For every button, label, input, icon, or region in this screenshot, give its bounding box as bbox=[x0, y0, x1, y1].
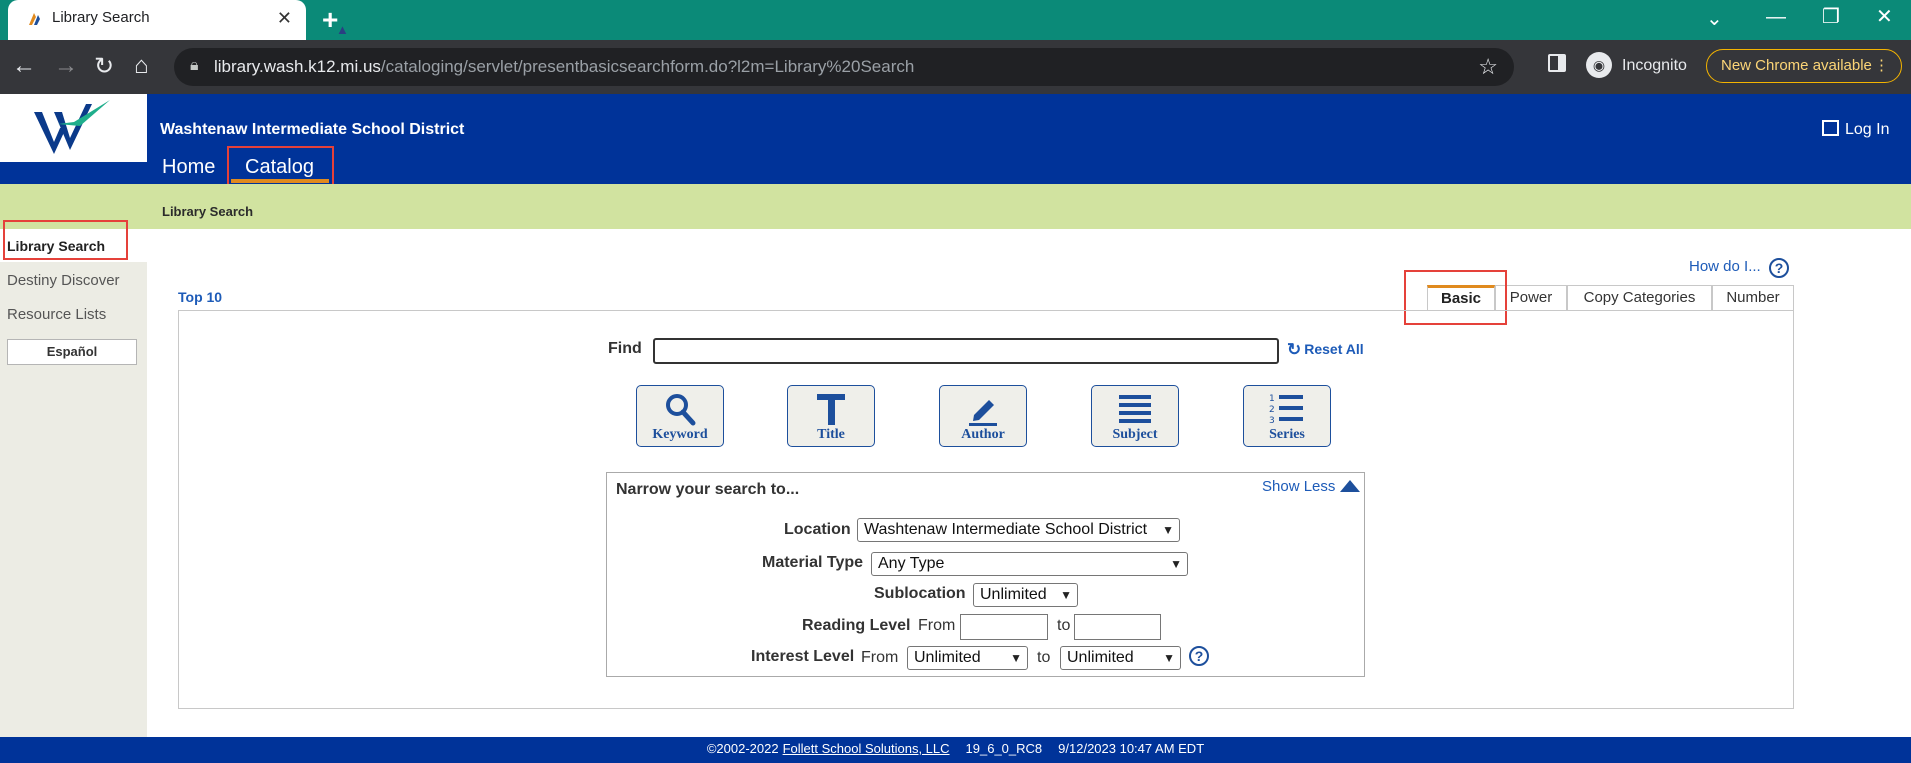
location-select[interactable]: Washtenaw Intermediate School District ▼ bbox=[857, 518, 1180, 542]
reading-from-label: From bbox=[918, 617, 956, 634]
reload-icon[interactable]: ↻ bbox=[94, 52, 114, 81]
reset-all-link[interactable]: ↻ Reset All bbox=[1287, 340, 1364, 360]
location-label: Location bbox=[784, 521, 851, 538]
how-do-i-link[interactable]: How do I... bbox=[1689, 258, 1761, 275]
reading-level-from-input[interactable] bbox=[960, 614, 1048, 640]
chrome-update-button[interactable]: New Chrome available ⋮ bbox=[1706, 49, 1902, 83]
footer-copyright: ©2002-2022 bbox=[706, 741, 779, 756]
reading-level-label: Reading Level bbox=[802, 617, 911, 634]
minimize-icon[interactable]: — bbox=[1766, 6, 1786, 29]
chevron-down-icon: ▼ bbox=[1170, 557, 1182, 571]
page-footer: ©2002-2022 Follett School Solutions, LLC 1… bbox=[0, 737, 1911, 763]
footer-company-link[interactable]: Follett School Solutions, LLC bbox=[783, 741, 950, 756]
interest-from-label: From bbox=[861, 649, 899, 666]
svg-text:1: 1 bbox=[1269, 394, 1275, 404]
tab-search-chevron-icon[interactable]: ⌄ bbox=[1706, 6, 1723, 31]
collapse-triangle-icon bbox=[1340, 480, 1361, 492]
find-label: Find bbox=[608, 340, 642, 357]
keyword-search-button[interactable]: Keyword bbox=[636, 385, 724, 447]
help-icon[interactable]: ? bbox=[1769, 258, 1789, 278]
top-10-link[interactable]: Top 10 bbox=[178, 289, 222, 305]
side-panel-icon[interactable] bbox=[1548, 54, 1566, 72]
pencil-icon bbox=[969, 400, 997, 426]
author-search-button[interactable]: Author bbox=[939, 385, 1027, 447]
highlight-catalog bbox=[227, 146, 334, 188]
magnifier-icon bbox=[666, 394, 696, 426]
district-logo[interactable] bbox=[0, 94, 147, 162]
chevron-down-icon: ▼ bbox=[1010, 651, 1022, 665]
address-bar[interactable]: 🔒︎ library.wash.k12.mi.us/cataloging/ser… bbox=[174, 48, 1514, 86]
find-input[interactable] bbox=[653, 338, 1279, 364]
highlight-library-search bbox=[3, 220, 128, 260]
tab-number[interactable]: Number bbox=[1712, 285, 1794, 311]
forward-icon[interactable]: → bbox=[54, 52, 78, 80]
interest-level-from-select[interactable]: Unlimited ▼ bbox=[907, 646, 1028, 670]
interest-to-label: to bbox=[1037, 649, 1051, 666]
chevron-down-icon: ▼ bbox=[1162, 523, 1174, 537]
sidebar-item-resource-lists[interactable]: Resource Lists bbox=[7, 306, 106, 323]
title-t-icon bbox=[817, 394, 845, 425]
restore-icon[interactable]: ❐ bbox=[1822, 4, 1840, 29]
chevron-down-icon: ▼ bbox=[1163, 651, 1175, 665]
chevron-down-icon: ▼ bbox=[1060, 588, 1072, 602]
breadcrumb-bar bbox=[0, 184, 1911, 229]
title-search-button[interactable]: Title bbox=[787, 385, 875, 447]
footer-version: 19_6_0_RC8 bbox=[965, 741, 1043, 756]
close-tab-icon[interactable]: ✕ bbox=[277, 8, 292, 29]
login-link[interactable]: Log In bbox=[1822, 120, 1889, 139]
lock-icon[interactable]: 🔒︎ bbox=[190, 57, 199, 75]
material-type-select[interactable]: Any Type ▼ bbox=[871, 552, 1188, 576]
reset-icon: ↻ bbox=[1287, 340, 1302, 359]
interest-level-label: Interest Level bbox=[751, 648, 855, 665]
tab-copy-categories[interactable]: Copy Categories bbox=[1567, 285, 1712, 311]
incognito-icon[interactable]: ◉ bbox=[1586, 52, 1612, 78]
browser-tab[interactable]: Library Search ✕ bbox=[8, 0, 306, 40]
footer-timestamp: 9/12/2023 10:47 AM EDT bbox=[1058, 741, 1205, 756]
show-less-link[interactable]: Show Less bbox=[1262, 478, 1361, 495]
district-logo-icon bbox=[34, 100, 110, 154]
reading-to-label: to bbox=[1057, 617, 1071, 634]
sublocation-select[interactable]: Unlimited ▼ bbox=[973, 583, 1078, 607]
browser-tab-title: Library Search bbox=[52, 9, 150, 26]
interest-level-help-icon[interactable]: ? bbox=[1189, 646, 1209, 666]
sublocation-label: Sublocation bbox=[874, 585, 966, 602]
lines-icon bbox=[1119, 395, 1151, 423]
material-type-label: Material Type bbox=[762, 554, 864, 571]
interest-level-to-select[interactable]: Unlimited ▼ bbox=[1060, 646, 1181, 670]
mouse-cursor-icon: ▲ bbox=[336, 22, 349, 37]
numbered-list-icon: 123 bbox=[1269, 394, 1303, 426]
narrow-search-title: Narrow your search to... bbox=[616, 481, 800, 498]
subject-search-button[interactable]: Subject bbox=[1091, 385, 1179, 447]
home-icon[interactable]: ⌂ bbox=[134, 52, 149, 80]
spanish-language-button[interactable]: Español bbox=[7, 339, 137, 365]
incognito-label[interactable]: Incognito bbox=[1622, 57, 1687, 75]
svg-text:2: 2 bbox=[1269, 405, 1275, 415]
district-name: Washtenaw Intermediate School District bbox=[160, 121, 465, 138]
site-favicon-icon bbox=[29, 13, 40, 25]
more-menu-icon: ⋮ bbox=[1874, 57, 1889, 74]
back-icon[interactable]: ← bbox=[12, 52, 36, 80]
bookmark-star-icon[interactable]: ☆ bbox=[1478, 54, 1498, 80]
reading-level-to-input[interactable] bbox=[1074, 614, 1161, 640]
sidebar-item-destiny-discover[interactable]: Destiny Discover bbox=[7, 272, 120, 289]
svg-text:3: 3 bbox=[1269, 416, 1275, 426]
series-search-button[interactable]: 123 Series bbox=[1243, 385, 1331, 447]
window-close-icon[interactable]: ✕ bbox=[1876, 4, 1893, 29]
breadcrumb: Library Search bbox=[162, 204, 254, 219]
url-text[interactable]: library.wash.k12.mi.us/cataloging/servle… bbox=[214, 57, 914, 77]
login-icon bbox=[1822, 120, 1839, 136]
nav-home[interactable]: Home bbox=[162, 156, 215, 179]
